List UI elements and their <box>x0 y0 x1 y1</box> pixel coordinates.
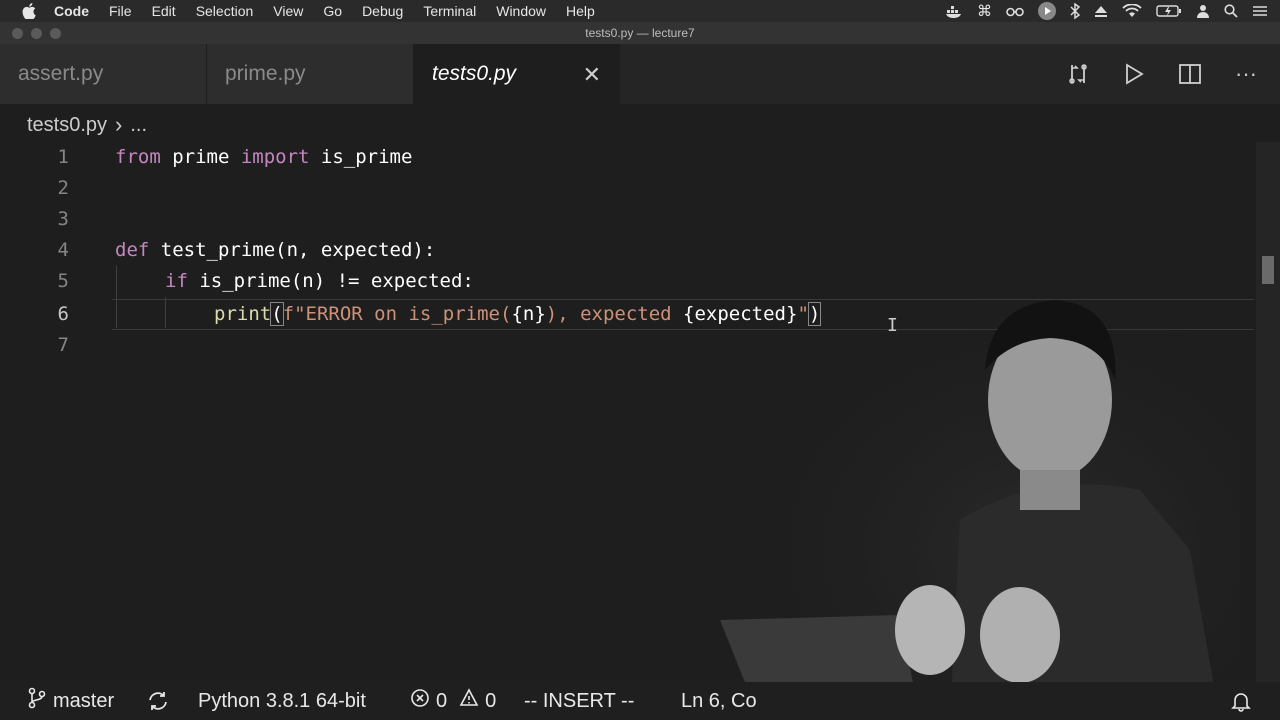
vim-mode-label: -- INSERT -- <box>524 689 635 712</box>
code-text: def test_prime(n, expected): <box>115 239 436 261</box>
eject-icon[interactable] <box>1094 4 1108 18</box>
wifi-icon[interactable] <box>1122 4 1142 18</box>
close-window-button[interactable] <box>12 28 23 39</box>
minimize-window-button[interactable] <box>31 28 42 39</box>
warning-count: 0 <box>485 689 497 712</box>
glasses-icon[interactable] <box>1006 5 1024 17</box>
zoom-window-button[interactable] <box>50 28 61 39</box>
git-branch-icon <box>27 687 47 715</box>
menu-selection[interactable]: Selection <box>196 3 254 19</box>
menu-view[interactable]: View <box>273 3 303 19</box>
docker-icon[interactable] <box>945 4 963 18</box>
menu-edit[interactable]: Edit <box>152 3 176 19</box>
tab-label: tests0.py <box>432 62 517 85</box>
battery-icon[interactable] <box>1156 4 1182 18</box>
more-actions-icon[interactable]: ··· <box>1232 60 1260 88</box>
tab-label: prime.py <box>225 62 306 85</box>
tab-tests0-py[interactable]: tests0.py ✕ <box>414 44 620 104</box>
tab-assert-py[interactable]: assert.py <box>0 44 207 104</box>
menu-app-code[interactable]: Code <box>54 3 89 19</box>
window-title-bar: tests0.py — lecture7 <box>0 22 1280 44</box>
bluetooth-icon[interactable] <box>1070 3 1080 19</box>
code-text: if is_prime(n) != expected: <box>165 270 474 292</box>
line-number: 1 <box>57 146 69 168</box>
tab-prime-py[interactable]: prime.py <box>207 44 414 104</box>
line-number: 7 <box>57 334 69 356</box>
menu-go[interactable]: Go <box>323 3 342 19</box>
breadcrumb-file[interactable]: tests0.py <box>27 114 107 137</box>
command-icon[interactable]: ⌘ <box>977 2 992 20</box>
code-line: 4 def test_prime(n, expected): <box>0 235 1254 266</box>
cursor-position[interactable]: Ln 6, Co <box>681 682 757 720</box>
menu-terminal[interactable]: Terminal <box>423 3 476 19</box>
chevron-right-icon: › <box>115 112 123 137</box>
open-changes-icon[interactable] <box>1064 60 1092 88</box>
python-interpreter-label: Python 3.8.1 64-bit <box>198 689 366 712</box>
error-count: 0 <box>436 689 448 712</box>
code-line: 2 <box>0 173 1254 204</box>
menu-file[interactable]: File <box>109 3 132 19</box>
close-icon[interactable]: ✕ <box>583 62 601 88</box>
code-text: from prime import is_prime <box>115 146 413 168</box>
line-number: 6 <box>57 303 69 325</box>
line-number: 2 <box>57 177 69 199</box>
line-number: 5 <box>57 270 69 292</box>
window-controls <box>12 28 61 39</box>
sync-icon[interactable] <box>146 682 170 720</box>
presenter-video-overlay <box>720 290 1240 720</box>
tab-label: assert.py <box>18 62 104 85</box>
vim-mode: -- INSERT -- <box>524 682 634 720</box>
code-line: 1 from prime import is_prime <box>0 142 1254 173</box>
menu-help[interactable]: Help <box>566 3 595 19</box>
menu-debug[interactable]: Debug <box>362 3 403 19</box>
list-icon[interactable] <box>1252 4 1268 18</box>
git-branch-indicator[interactable]: master <box>27 682 114 720</box>
play-circle-icon[interactable] <box>1038 2 1056 20</box>
user-icon[interactable] <box>1196 4 1210 18</box>
line-number: 3 <box>57 208 69 230</box>
git-branch-label: master <box>53 689 115 712</box>
apple-logo-icon[interactable] <box>22 3 36 19</box>
python-interpreter[interactable]: Python 3.8.1 64-bit <box>198 682 366 720</box>
scrollbar-thumb[interactable] <box>1262 256 1274 284</box>
search-icon[interactable] <box>1224 4 1238 18</box>
split-editor-icon[interactable] <box>1176 60 1204 88</box>
menu-window[interactable]: Window <box>496 3 546 19</box>
cursor-position-label: Ln 6, Co <box>681 689 757 712</box>
window-title: tests0.py — lecture7 <box>585 26 695 40</box>
code-line: 3 <box>0 204 1254 235</box>
problems-indicator[interactable]: 0 0 <box>410 682 496 720</box>
line-number: 4 <box>57 239 69 261</box>
error-icon <box>410 688 430 714</box>
status-bar: master Python 3.8.1 64-bit 0 0 -- INSERT… <box>0 682 1280 720</box>
breadcrumb: tests0.py › ... <box>27 110 147 140</box>
macos-menu-bar: Code File Edit Selection View Go Debug T… <box>0 0 1280 22</box>
vertical-scrollbar[interactable] <box>1256 142 1280 682</box>
notifications-bell-icon[interactable] <box>1230 682 1252 720</box>
breadcrumb-more[interactable]: ... <box>130 114 147 137</box>
warning-icon <box>459 688 479 714</box>
run-file-icon[interactable] <box>1120 60 1148 88</box>
menu-bar-status-area: ⌘ <box>945 0 1268 22</box>
editor-actions: ··· <box>1064 44 1260 104</box>
